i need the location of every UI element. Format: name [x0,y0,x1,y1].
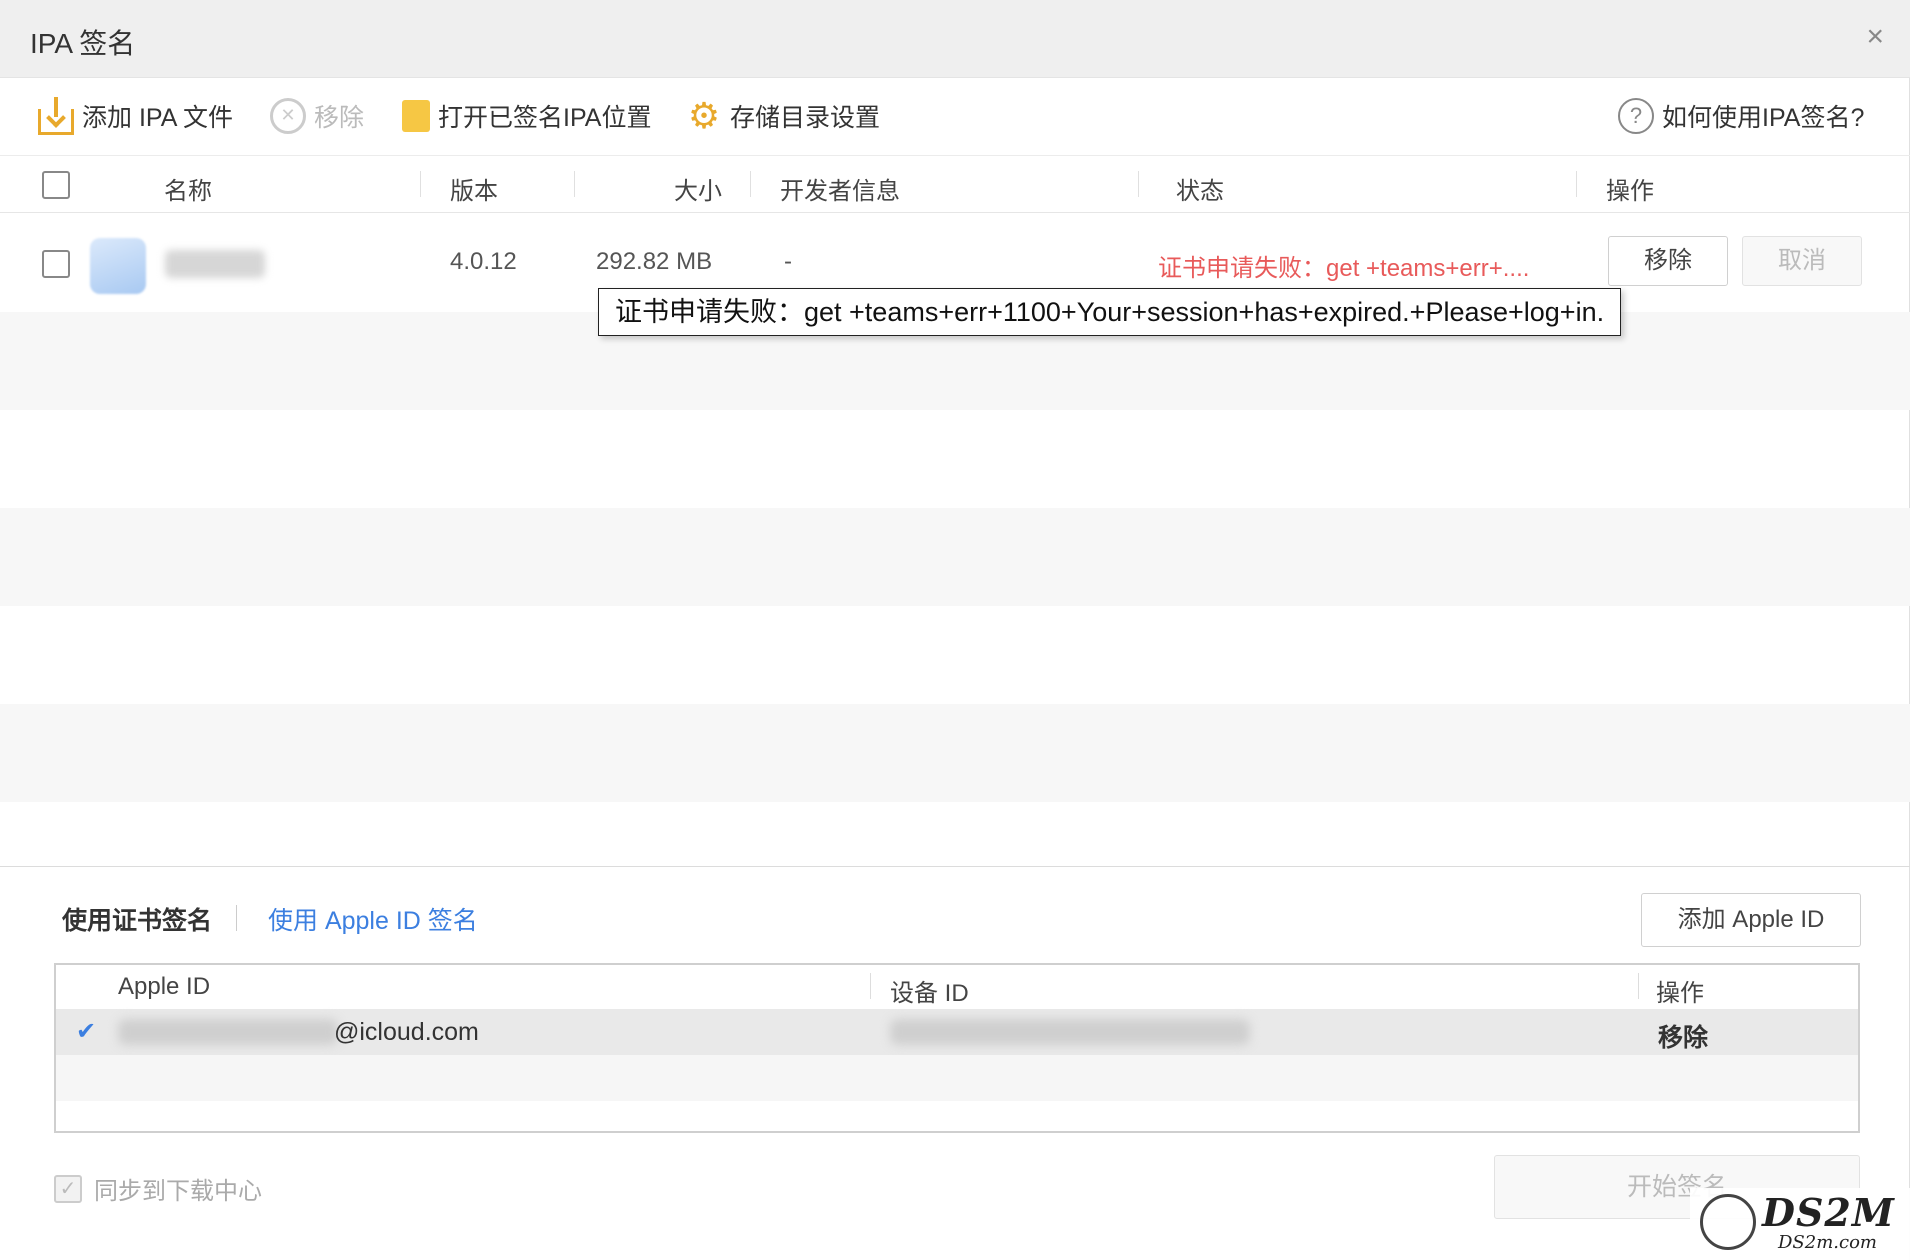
apple-id-table-header: Apple ID 设备 ID 操作 [56,965,1858,1009]
row-remove-button[interactable]: 移除 [1608,236,1728,286]
tab-certificate-sign[interactable]: 使用证书签名 [62,901,212,937]
help-icon: ? [1618,98,1654,134]
add-ipa-label: 添加 IPA 文件 [82,104,233,132]
app-icon [90,238,146,294]
row-checkbox[interactable] [42,250,70,278]
col-status: 状态 [1176,178,1224,205]
row-cancel-button[interactable]: 取消 [1742,236,1862,286]
folder-icon [402,100,430,132]
col-divider [420,171,421,197]
apple-id-table: Apple ID 设备 ID 操作 ✔ @icloud.com 移除 [54,963,1860,1133]
add-apple-id-button[interactable]: 添加 Apple ID [1641,893,1861,947]
col-device-id: 设备 ID [890,980,969,1007]
account-remove-link[interactable]: 移除 [1658,1018,1708,1054]
help-link[interactable]: ? 如何使用IPA签名? [1618,96,1864,136]
col-account-actions: 操作 [1656,980,1704,1007]
add-file-icon [38,97,74,135]
col-version: 版本 [450,178,498,205]
storage-settings-label: 存储目录设置 [730,104,881,132]
apple-id-redacted [118,1019,338,1045]
sync-label: 同步到下载中心 [94,1178,262,1205]
col-divider [1576,171,1577,197]
signing-panel: 使用证书签名 使用 Apple ID 签名 添加 Apple ID Apple … [0,866,1910,1260]
help-label: 如何使用IPA签名? [1662,104,1865,132]
app-name-redacted [165,250,265,278]
select-all-checkbox[interactable] [42,171,70,199]
tab-apple-id-sign[interactable]: 使用 Apple ID 签名 [268,901,478,937]
title-bar: IPA 签名 × [0,0,1910,78]
ipa-sign-window: IPA 签名 × 添加 IPA 文件 ✕ 移除 打开已签名IPA位置 ⚙ 存储目… [0,0,1910,1260]
empty-account-row [56,1055,1858,1101]
col-actions: 操作 [1606,178,1654,205]
col-size: 大小 [674,178,722,205]
table-header: 名称 版本 大小 开发者信息 状态 操作 [0,157,1910,213]
col-divider [1638,973,1639,999]
device-id-redacted [890,1019,1250,1045]
version-cell: 4.0.12 [450,248,517,275]
col-name: 名称 [164,178,212,205]
selected-check-icon: ✔ [76,1018,97,1045]
remove-toolbar-button[interactable]: ✕ 移除 [270,96,364,136]
account-row[interactable]: ✔ @icloud.com 移除 [56,1009,1858,1055]
watermark-text: DS2M [1762,1190,1895,1235]
status-tooltip: 证书申请失败：get +teams+err+1100+Your+session+… [598,288,1622,336]
col-developer: 开发者信息 [780,178,900,205]
sync-option[interactable]: ✓ 同步到下载中心 [54,1171,262,1206]
open-signed-folder-button[interactable]: 打开已签名IPA位置 [402,96,651,136]
col-divider [574,171,575,197]
developer-cell: - [784,248,792,275]
close-icon[interactable]: × [1866,22,1884,52]
storage-settings-button[interactable]: ⚙ 存储目录设置 [686,96,880,136]
tab-divider [236,905,237,931]
empty-row [0,508,1910,606]
window-title: IPA 签名 [30,28,136,59]
watermark-emblem-icon [1700,1194,1756,1250]
remove-circle-icon: ✕ [270,98,306,134]
remove-toolbar-label: 移除 [314,104,365,132]
col-divider [870,973,871,999]
col-apple-id: Apple ID [118,973,211,1000]
watermark-logo: DS2M DS2m.com [1690,1188,1920,1260]
apple-id-email-suffix: @icloud.com [334,1018,479,1046]
col-divider [1138,171,1139,197]
col-divider [750,171,751,197]
empty-row [0,704,1910,802]
sync-checkbox[interactable]: ✓ [54,1174,82,1203]
add-ipa-button[interactable]: 添加 IPA 文件 [38,96,233,136]
gear-icon: ⚙ [687,95,721,136]
open-signed-folder-label: 打开已签名IPA位置 [438,104,652,132]
status-cell[interactable]: 证书申请失败：get +teams+err+.... [1158,248,1529,283]
watermark-url: DS2m.com [1778,1232,1877,1253]
size-cell: 292.82 MB [596,248,713,275]
toolbar: 添加 IPA 文件 ✕ 移除 打开已签名IPA位置 ⚙ 存储目录设置 ? 如何使… [0,78,1910,156]
